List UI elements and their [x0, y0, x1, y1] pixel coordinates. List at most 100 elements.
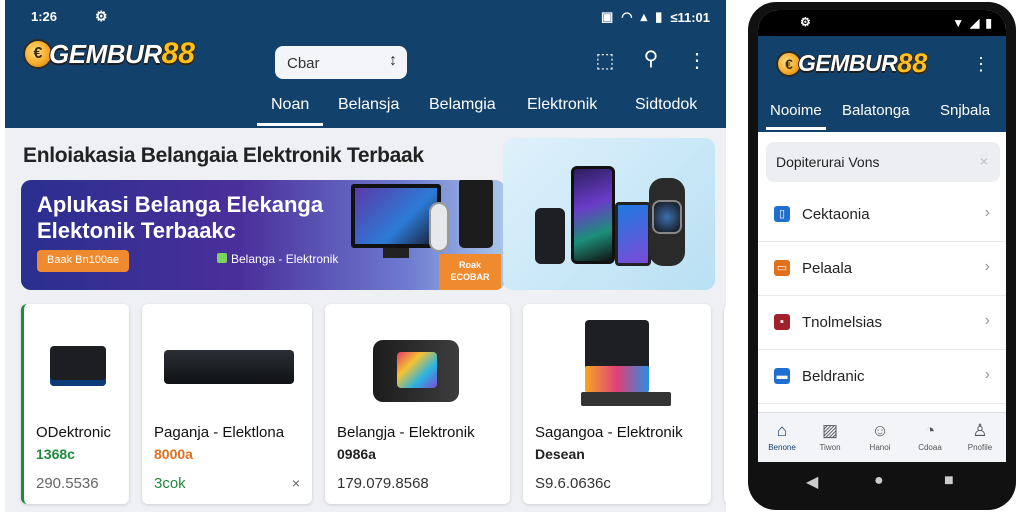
tablet-icon: ▯ [774, 206, 790, 222]
product-price: 3cok [154, 475, 186, 492]
product-name: ODektronic [36, 424, 112, 441]
app-logo[interactable]: € GEMBUR 88 [23, 37, 195, 71]
phone-status-bar: ⚙ ▼ ◢ ▮ [758, 10, 1006, 36]
product-card[interactable]: Belangja - Elektronik 0986a 179.079.8568 [325, 304, 510, 504]
phone-image [459, 180, 493, 248]
promo-badge[interactable]: Roak ECOBAR [439, 254, 501, 290]
nav-home[interactable]: ⌂ Benone [762, 421, 802, 452]
list-item[interactable]: ▪ Tnolmelsias › [758, 296, 1006, 350]
tab-electronics[interactable]: Elektronik [527, 96, 597, 114]
compass-icon: ◔ [924, 421, 936, 440]
chevron-right-icon: › [984, 366, 990, 383]
home-icon: ⌂ [776, 421, 788, 440]
logo-number: 88 [897, 48, 928, 78]
tab-home[interactable]: Nooime [766, 102, 826, 130]
banner-button[interactable]: Baak Bn100ae [37, 250, 130, 272]
signal-icon: ▴ [640, 9, 648, 24]
tag-icon [217, 253, 227, 263]
wifi-icon: ▼ [952, 16, 965, 30]
keyboard-image [581, 392, 671, 406]
logo-number: 88 [161, 37, 195, 70]
logo-word: GEMBUR [49, 38, 162, 69]
nav-profile[interactable]: ♙ Pnofile [960, 421, 1000, 452]
search-placeholder: Cbar [287, 55, 320, 72]
fullscreen-icon[interactable]: ⬚ [593, 48, 617, 73]
remove-icon[interactable]: × [292, 475, 300, 491]
chevron-right-icon: › [984, 204, 990, 221]
tablet-device-image [615, 202, 651, 266]
more-vert-icon[interactable]: ⋮ [685, 48, 709, 73]
smartphone-image [571, 166, 615, 264]
product-name: Belangja - Elektronik [337, 424, 475, 441]
bottom-nav: ⌂ Benone ▨ Tiwon ☺ Hanoi ◔ Cdoaa ♙ Pnofile [758, 412, 1006, 462]
product-card[interactable]: ODektronic 1368c 290.5536 [21, 304, 129, 504]
list-item[interactable]: ▭ Pelaala › [758, 242, 1006, 296]
text-cursor-icon: ↕ [389, 52, 397, 69]
banner-tag-label: Belanga - Elektronik [231, 252, 339, 266]
category-tabs: Noan Belansja Belamgia Elektronik Sidtod… [5, 88, 726, 128]
hero-image [503, 138, 715, 290]
product-price: 290.5536 [36, 475, 99, 492]
tab-home[interactable]: Noan [257, 96, 324, 126]
battery-icon: ▮ [985, 16, 992, 30]
monitor-image [351, 184, 441, 248]
smartwatch-image [649, 178, 685, 266]
banner-tag: Belanga - Elektronik [217, 252, 338, 266]
search-icon[interactable]: ⚲ [639, 46, 663, 71]
wifi-icon: ◠ [621, 9, 633, 24]
back-icon[interactable]: ◀ [806, 472, 818, 492]
list-item-label: Tnolmelsias [802, 314, 883, 331]
tab-stock[interactable]: Sidtodok [635, 96, 697, 114]
tablet-screen: 1:26 ⚙ ▣ ◠ ▴ ▮ ≤11:01 € GEMBUR 88 Cbar ↕… [5, 0, 726, 512]
settings-icon: ⚙ [800, 15, 811, 29]
list-item[interactable]: ▬ Beldranic › [758, 350, 1006, 404]
nav-view[interactable]: ▨ Tiwon [810, 421, 850, 452]
card-icon: ▭ [774, 260, 790, 276]
list-item-label: Pelaala [802, 260, 853, 277]
product-sub: 0986a [337, 446, 376, 462]
list-item[interactable]: ▯ Cektaonia › [758, 188, 1006, 242]
image-icon: ▨ [821, 421, 839, 440]
product-price: 179.079.8568 [337, 475, 429, 492]
page-title: Enloiakasia Belangaia Elektronik Terbaak [23, 144, 424, 167]
chevron-right-icon: › [984, 258, 990, 275]
banner-title: Aplukasi Belanga Elekanga Elektonik Terb… [37, 192, 324, 243]
phone-screen: ⚙ ▼ ◢ ▮ € GEMBUR 88 ⋮ Nooime Balatonga S… [758, 10, 1006, 462]
monitor-stand [383, 248, 409, 258]
product-card[interactable]: Paganja - Elektlona 8000a 3cok × [142, 304, 312, 504]
product-price: S9.6.0636c [535, 475, 611, 492]
more-vert-icon[interactable]: ⋮ [972, 54, 990, 75]
nav-basket[interactable]: ☺ Hanoi [860, 421, 900, 452]
phone-device: ⚙ ▼ ◢ ▮ € GEMBUR 88 ⋮ Nooime Balatonga S… [748, 2, 1016, 510]
product-sub: 8000a [154, 446, 193, 462]
recents-icon[interactable]: ■ [944, 472, 954, 490]
product-image [50, 346, 106, 386]
app-logo[interactable]: € GEMBUR 88 [776, 48, 927, 79]
home-button-icon[interactable]: ● [874, 472, 884, 490]
tab-shopping[interactable]: Belansja [338, 96, 399, 114]
gift-icon: ▪ [774, 314, 790, 330]
product-name: Sagangoa - Elektronik [535, 424, 683, 441]
signal-icon: ◢ [970, 16, 980, 30]
promo-banner[interactable]: Aplukasi Belanga Elekanga Elektonik Terb… [21, 180, 505, 290]
product-image [164, 350, 294, 384]
product-sub: Desean [535, 446, 585, 462]
camera-image [429, 202, 449, 252]
battery-icon: ▮ [655, 9, 663, 24]
search-input[interactable]: Cbar ↕ [275, 46, 407, 79]
nav-explore[interactable]: ◔ Cdoaa [910, 421, 950, 452]
tab-other[interactable]: Snjbala [940, 102, 990, 119]
search-input[interactable]: Dopiterurai Vons × [766, 142, 1000, 182]
tab-shopping-2[interactable]: Belamgia [429, 96, 496, 114]
logo-word: GEMBUR [798, 50, 898, 76]
product-card[interactable]: Sagangoa - Elektronik Desean S9.6.0636c [523, 304, 711, 504]
product-name: Paganja - Elektlona [154, 424, 285, 441]
product-card[interactable]: Sa S [724, 304, 726, 504]
tab-shopping[interactable]: Balatonga [842, 102, 910, 119]
app-header: € GEMBUR 88 Cbar ↕ ⬚ ⚲ ⋮ Noan Belansja B… [5, 32, 726, 128]
profile-icon: ♙ [972, 421, 988, 440]
status-time: 1:26 [31, 9, 58, 24]
chevron-right-icon: › [984, 312, 990, 329]
clear-icon[interactable]: × [980, 153, 988, 169]
search-value: Dopiterurai Vons [776, 154, 880, 170]
